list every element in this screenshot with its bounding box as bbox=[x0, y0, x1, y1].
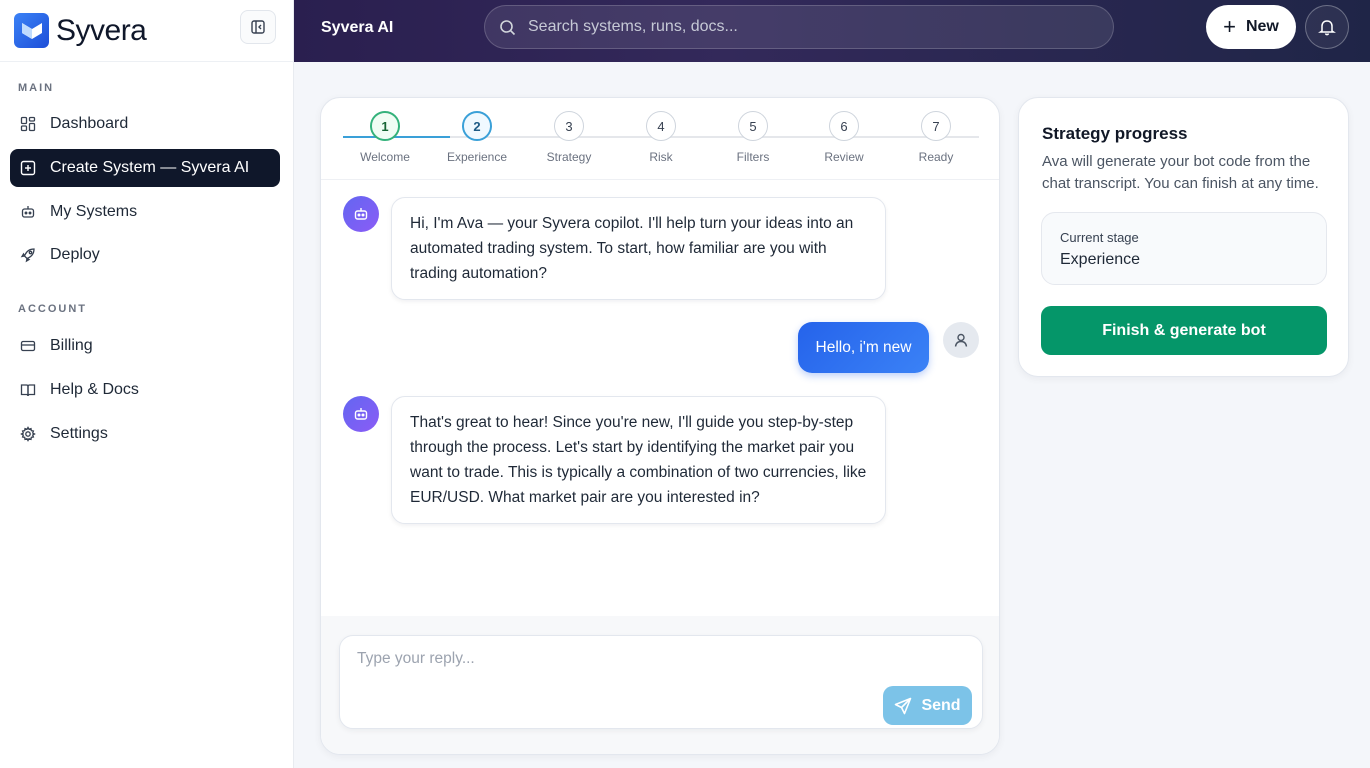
finish-generate-bot-button[interactable]: Finish & generate bot bbox=[1041, 306, 1327, 355]
step-label: Ready bbox=[918, 150, 954, 164]
sidebar-collapse-icon bbox=[251, 20, 265, 34]
sidebar-item-label: Settings bbox=[50, 425, 108, 442]
step-number: 4 bbox=[646, 111, 676, 141]
search-icon bbox=[500, 19, 516, 35]
page-title: Syvera AI bbox=[321, 19, 394, 36]
bot-message: Hi, I'm Ava — your Syvera copilot. I'll … bbox=[391, 197, 886, 300]
robot-icon bbox=[19, 203, 37, 221]
sidebar-item-dashboard[interactable]: Dashboard bbox=[10, 105, 280, 143]
step-number: 5 bbox=[738, 111, 768, 141]
collapse-sidebar-button[interactable] bbox=[240, 10, 276, 44]
step-number: 2 bbox=[462, 111, 492, 141]
rocket-icon bbox=[19, 246, 37, 264]
notifications-button[interactable] bbox=[1305, 5, 1349, 49]
step-number: 3 bbox=[554, 111, 584, 141]
bot-avatar bbox=[343, 396, 379, 432]
progress-stepper: 1 Welcome 2 Experience 3 Strategy 4 Risk… bbox=[321, 98, 999, 180]
bot-avatar bbox=[343, 196, 379, 232]
new-button-label: New bbox=[1245, 18, 1279, 35]
brand-name: Syvera bbox=[56, 13, 147, 47]
plus-icon: + bbox=[1223, 14, 1236, 39]
brand-header: Syvera bbox=[0, 0, 293, 62]
current-stage-value: Experience bbox=[1060, 251, 1141, 268]
user-message: Hello, i'm new bbox=[798, 322, 929, 373]
user-icon bbox=[954, 333, 968, 347]
step-experience[interactable]: 2 Experience bbox=[432, 111, 522, 164]
reply-input[interactable] bbox=[357, 650, 857, 680]
sidebar-item-label: Create System — Syvera AI bbox=[50, 159, 250, 176]
chat-panel: 1 Welcome 2 Experience 3 Strategy 4 Risk… bbox=[320, 97, 1000, 755]
user-avatar bbox=[943, 322, 979, 358]
step-strategy[interactable]: 3 Strategy bbox=[524, 111, 614, 164]
step-number: 6 bbox=[829, 111, 859, 141]
robot-icon bbox=[354, 408, 368, 420]
gear-icon bbox=[19, 425, 37, 443]
step-label: Experience bbox=[446, 150, 508, 164]
step-label: Review bbox=[824, 150, 864, 164]
sidebar-item-label: Dashboard bbox=[50, 115, 129, 132]
send-button-label: Send bbox=[921, 696, 961, 714]
message-list[interactable]: Hi, I'm Ava — your Syvera copilot. I'll … bbox=[321, 180, 999, 616]
syvera-logo-icon[interactable] bbox=[14, 13, 49, 48]
step-label: Filters bbox=[736, 150, 770, 164]
sidebar-item-billing[interactable]: Billing bbox=[10, 327, 280, 365]
send-button[interactable]: Send bbox=[883, 686, 972, 725]
sidebar-item-label: My Systems bbox=[50, 203, 138, 220]
step-risk[interactable]: 4 Risk bbox=[616, 111, 706, 164]
sidebar-item-deploy[interactable]: Deploy bbox=[10, 236, 280, 274]
composer-area: Send bbox=[321, 616, 999, 754]
progress-title: Strategy progress bbox=[1042, 124, 1188, 143]
step-label: Strategy bbox=[546, 150, 592, 164]
bot-message: That's great to hear! Since you're new, … bbox=[391, 396, 886, 524]
current-stage-label: Current stage bbox=[1060, 230, 1139, 245]
dashboard-grid-icon bbox=[19, 115, 37, 133]
robot-icon bbox=[354, 208, 368, 220]
strategy-progress-panel: Strategy progress Ava will generate your… bbox=[1018, 97, 1349, 377]
sidebar: Syvera MAIN Dashboard Create System — Sy… bbox=[0, 0, 294, 768]
progress-description: Ava will generate your bot code from the… bbox=[1042, 153, 1319, 192]
new-button[interactable]: + New bbox=[1206, 5, 1296, 49]
section-label-main: MAIN bbox=[18, 82, 55, 94]
book-icon bbox=[19, 381, 37, 399]
sidebar-item-help-docs[interactable]: Help & Docs bbox=[10, 371, 280, 409]
search-bar[interactable] bbox=[484, 5, 1114, 49]
sidebar-item-label: Deploy bbox=[50, 246, 100, 263]
search-input[interactable] bbox=[528, 18, 1088, 36]
section-label-account: ACCOUNT bbox=[18, 303, 87, 315]
top-bar: Syvera AI + New bbox=[294, 0, 1370, 62]
step-review[interactable]: 6 Review bbox=[799, 111, 889, 164]
step-filters[interactable]: 5 Filters bbox=[708, 111, 798, 164]
sidebar-item-label: Help & Docs bbox=[50, 381, 139, 398]
step-label: Risk bbox=[649, 150, 673, 164]
current-stage-box: Current stage Experience bbox=[1041, 212, 1327, 285]
step-ready[interactable]: 7 Ready bbox=[891, 111, 981, 164]
sidebar-item-settings[interactable]: Settings bbox=[10, 415, 280, 453]
credit-card-icon bbox=[19, 337, 37, 355]
sidebar-item-create-system[interactable]: Create System — Syvera AI bbox=[10, 149, 280, 187]
step-welcome[interactable]: 1 Welcome bbox=[340, 111, 430, 164]
send-icon bbox=[895, 697, 912, 714]
step-label: Welcome bbox=[360, 150, 410, 164]
step-number: 1 bbox=[370, 111, 400, 141]
step-number: 7 bbox=[921, 111, 951, 141]
reply-composer[interactable]: Send bbox=[339, 635, 983, 729]
plus-square-icon bbox=[19, 159, 37, 177]
sidebar-item-my-systems[interactable]: My Systems bbox=[10, 193, 280, 231]
sidebar-item-label: Billing bbox=[50, 337, 93, 354]
bell-icon bbox=[1318, 20, 1336, 36]
